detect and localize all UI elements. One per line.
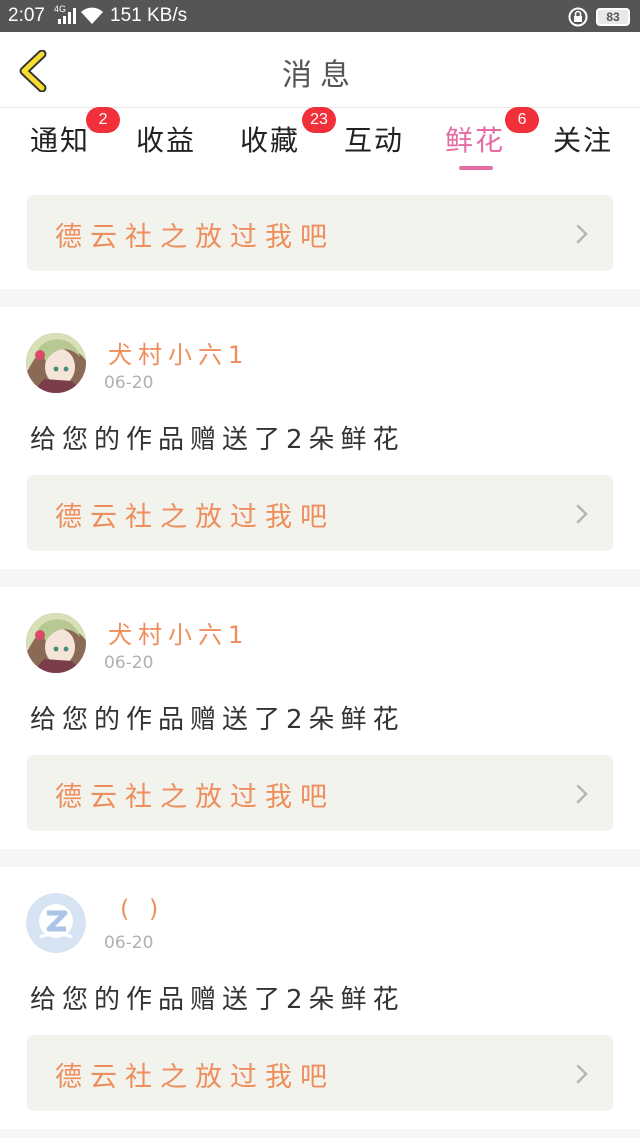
header-bar: 消息 bbox=[0, 32, 640, 108]
user-name[interactable]: ( ) bbox=[120, 895, 164, 923]
section-divider bbox=[0, 569, 640, 587]
tab-flowers[interactable]: 鲜花 6 bbox=[445, 107, 540, 159]
default-avatar-icon[interactable] bbox=[26, 893, 86, 953]
chevron-right-icon bbox=[576, 784, 588, 804]
work-title: 德云社之放过我吧 bbox=[55, 782, 335, 813]
message-item: 犬村小六1 06-20 给您的作品赠送了2朵鲜花 德云社之放过我吧 bbox=[0, 307, 640, 569]
section-divider bbox=[0, 289, 640, 307]
page-title: 消息 bbox=[282, 58, 358, 93]
lock-rotation-icon bbox=[568, 7, 588, 27]
tab-badge: 6 bbox=[505, 107, 540, 133]
work-card[interactable]: 德云社之放过我吧 bbox=[27, 195, 613, 271]
status-time: 2:07 bbox=[8, 5, 45, 26]
tab-badge: 23 bbox=[302, 107, 337, 133]
work-card[interactable]: 德云社之放过我吧 bbox=[27, 755, 613, 831]
network-speed: 151 KB/s bbox=[110, 5, 188, 26]
section-divider bbox=[0, 1129, 640, 1138]
chevron-right-icon bbox=[576, 504, 588, 524]
active-tab-indicator bbox=[459, 166, 493, 170]
work-card[interactable]: 德云社之放过我吧 bbox=[27, 1035, 613, 1111]
message-item: 犬村小六1 06-20 给您的作品赠送了2朵鲜花 德云社之放过我吧 bbox=[0, 587, 640, 849]
message-text: 给您的作品赠送了2朵鲜花 bbox=[30, 985, 405, 1015]
chevron-right-icon bbox=[576, 224, 588, 244]
tab-badge: 2 bbox=[86, 107, 121, 133]
tab-following[interactable]: 关注 bbox=[553, 119, 613, 159]
message-item: ( ) 06-20 给您的作品赠送了2朵鲜花 德云社之放过我吧 bbox=[0, 867, 640, 1129]
work-title: 德云社之放过我吧 bbox=[55, 1062, 335, 1093]
chevron-right-icon bbox=[576, 1064, 588, 1084]
work-title: 德云社之放过我吧 bbox=[55, 222, 335, 253]
tab-bar: 通知 2 收益 收藏 23 互动 鲜花 6 关注 bbox=[0, 107, 640, 171]
work-card[interactable]: 德云社之放过我吧 bbox=[27, 475, 613, 551]
battery-icon: 83 bbox=[596, 8, 630, 26]
tab-label: 鲜花 bbox=[445, 124, 506, 157]
message-text: 给您的作品赠送了2朵鲜花 bbox=[30, 705, 405, 735]
work-title: 德云社之放过我吧 bbox=[55, 502, 335, 533]
section-divider bbox=[0, 849, 640, 867]
tab-label: 关注 bbox=[553, 124, 614, 157]
tab-label: 收益 bbox=[136, 124, 197, 157]
tab-interactions[interactable]: 互动 bbox=[344, 119, 404, 159]
user-avatar[interactable] bbox=[26, 333, 86, 393]
user-name[interactable]: 犬村小六1 bbox=[108, 335, 249, 370]
tab-favorites[interactable]: 收藏 23 bbox=[240, 107, 337, 159]
message-text: 给您的作品赠送了2朵鲜花 bbox=[30, 425, 405, 455]
tab-label: 收藏 bbox=[240, 124, 301, 157]
message-date: 06-20 bbox=[104, 653, 154, 673]
user-name[interactable]: 犬村小六1 bbox=[108, 615, 249, 650]
status-bar: 2:07 4G 151 KB/s 83 bbox=[0, 0, 640, 32]
user-avatar[interactable] bbox=[26, 613, 86, 673]
tab-label: 互动 bbox=[344, 124, 405, 157]
message-date: 06-20 bbox=[104, 933, 154, 953]
message-date: 06-20 bbox=[104, 373, 154, 393]
tab-notifications[interactable]: 通知 2 bbox=[30, 107, 121, 159]
signal-icon bbox=[58, 8, 76, 24]
tab-earnings[interactable]: 收益 bbox=[136, 119, 196, 159]
wifi-icon bbox=[81, 7, 103, 24]
tab-label: 通知 bbox=[30, 124, 91, 157]
